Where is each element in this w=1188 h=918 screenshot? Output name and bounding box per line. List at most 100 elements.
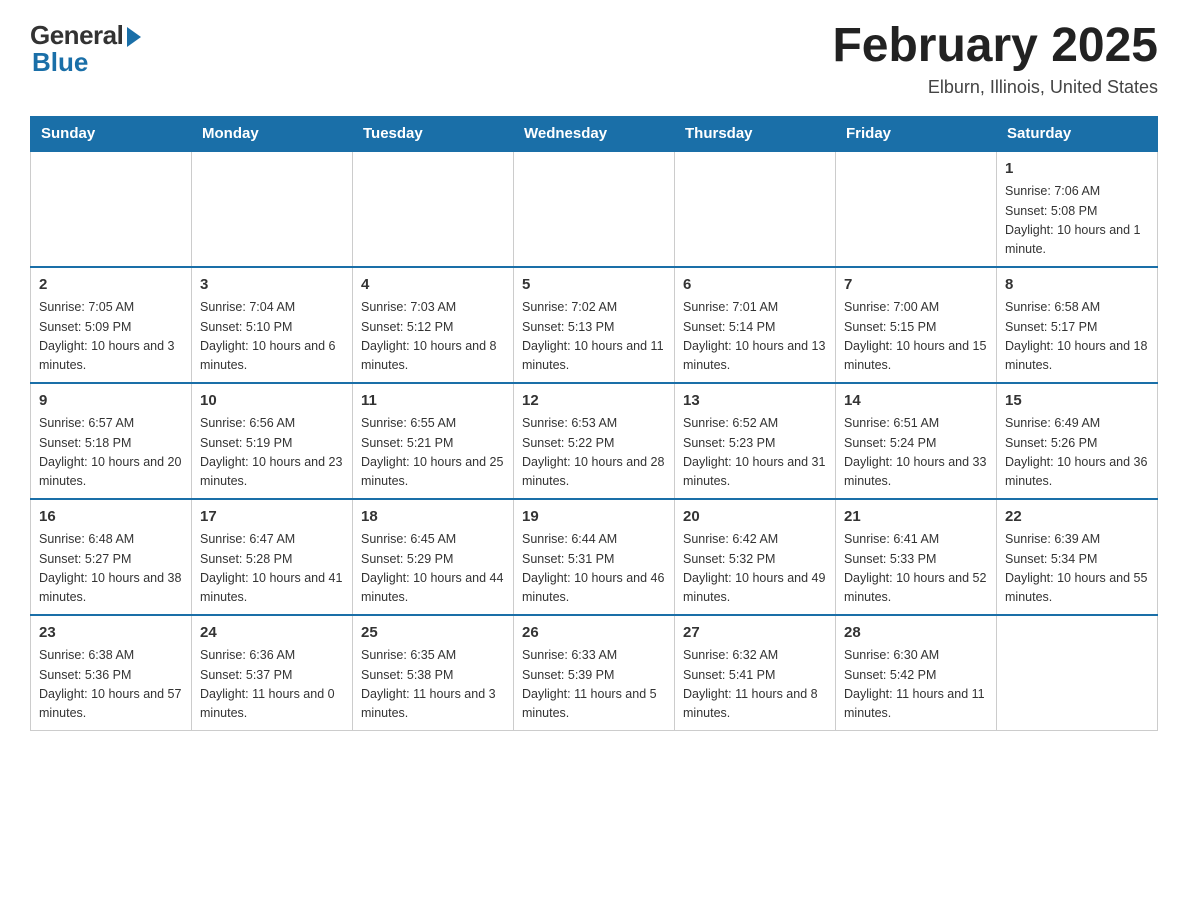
day-number: 8 [1005,274,1149,297]
table-row: 20Sunrise: 6:42 AMSunset: 5:32 PMDayligh… [675,499,836,615]
day-number: 22 [1005,506,1149,529]
table-row: 17Sunrise: 6:47 AMSunset: 5:28 PMDayligh… [192,499,353,615]
col-monday: Monday [192,116,353,151]
month-title: February 2025 [832,20,1158,73]
table-row: 15Sunrise: 6:49 AMSunset: 5:26 PMDayligh… [997,383,1158,499]
table-row: 3Sunrise: 7:04 AMSunset: 5:10 PMDaylight… [192,267,353,383]
table-row: 6Sunrise: 7:01 AMSunset: 5:14 PMDaylight… [675,267,836,383]
day-info: Sunrise: 6:44 AMSunset: 5:31 PMDaylight:… [522,530,666,608]
col-friday: Friday [836,116,997,151]
table-row [514,151,675,267]
day-number: 13 [683,390,827,413]
location-subtitle: Elburn, Illinois, United States [832,77,1158,98]
calendar-week-row: 1Sunrise: 7:06 AMSunset: 5:08 PMDaylight… [31,151,1158,267]
table-row: 1Sunrise: 7:06 AMSunset: 5:08 PMDaylight… [997,151,1158,267]
logo-arrow-icon [127,27,141,47]
day-number: 10 [200,390,344,413]
day-info: Sunrise: 6:53 AMSunset: 5:22 PMDaylight:… [522,414,666,492]
table-row: 28Sunrise: 6:30 AMSunset: 5:42 PMDayligh… [836,615,997,731]
day-number: 12 [522,390,666,413]
day-info: Sunrise: 6:58 AMSunset: 5:17 PMDaylight:… [1005,298,1149,376]
table-row: 16Sunrise: 6:48 AMSunset: 5:27 PMDayligh… [31,499,192,615]
day-number: 26 [522,622,666,645]
day-number: 7 [844,274,988,297]
table-row: 8Sunrise: 6:58 AMSunset: 5:17 PMDaylight… [997,267,1158,383]
calendar-week-row: 9Sunrise: 6:57 AMSunset: 5:18 PMDaylight… [31,383,1158,499]
table-row: 10Sunrise: 6:56 AMSunset: 5:19 PMDayligh… [192,383,353,499]
table-row: 11Sunrise: 6:55 AMSunset: 5:21 PMDayligh… [353,383,514,499]
day-number: 6 [683,274,827,297]
day-number: 2 [39,274,183,297]
table-row: 22Sunrise: 6:39 AMSunset: 5:34 PMDayligh… [997,499,1158,615]
table-row: 25Sunrise: 6:35 AMSunset: 5:38 PMDayligh… [353,615,514,731]
table-row: 26Sunrise: 6:33 AMSunset: 5:39 PMDayligh… [514,615,675,731]
table-row: 5Sunrise: 7:02 AMSunset: 5:13 PMDaylight… [514,267,675,383]
day-info: Sunrise: 6:56 AMSunset: 5:19 PMDaylight:… [200,414,344,492]
day-number: 24 [200,622,344,645]
day-number: 5 [522,274,666,297]
day-info: Sunrise: 6:41 AMSunset: 5:33 PMDaylight:… [844,530,988,608]
calendar-header-row: Sunday Monday Tuesday Wednesday Thursday… [31,116,1158,151]
day-number: 15 [1005,390,1149,413]
col-wednesday: Wednesday [514,116,675,151]
day-info: Sunrise: 7:06 AMSunset: 5:08 PMDaylight:… [1005,182,1149,260]
page-header: General Blue February 2025 Elburn, Illin… [30,20,1158,98]
calendar-week-row: 23Sunrise: 6:38 AMSunset: 5:36 PMDayligh… [31,615,1158,731]
table-row: 23Sunrise: 6:38 AMSunset: 5:36 PMDayligh… [31,615,192,731]
day-number: 19 [522,506,666,529]
day-info: Sunrise: 6:48 AMSunset: 5:27 PMDaylight:… [39,530,183,608]
col-tuesday: Tuesday [353,116,514,151]
table-row: 14Sunrise: 6:51 AMSunset: 5:24 PMDayligh… [836,383,997,499]
table-row [675,151,836,267]
day-info: Sunrise: 6:30 AMSunset: 5:42 PMDaylight:… [844,646,988,724]
table-row: 18Sunrise: 6:45 AMSunset: 5:29 PMDayligh… [353,499,514,615]
day-info: Sunrise: 6:49 AMSunset: 5:26 PMDaylight:… [1005,414,1149,492]
table-row: 24Sunrise: 6:36 AMSunset: 5:37 PMDayligh… [192,615,353,731]
day-info: Sunrise: 6:51 AMSunset: 5:24 PMDaylight:… [844,414,988,492]
day-info: Sunrise: 7:02 AMSunset: 5:13 PMDaylight:… [522,298,666,376]
day-number: 4 [361,274,505,297]
day-number: 17 [200,506,344,529]
day-info: Sunrise: 6:32 AMSunset: 5:41 PMDaylight:… [683,646,827,724]
table-row: 4Sunrise: 7:03 AMSunset: 5:12 PMDaylight… [353,267,514,383]
day-info: Sunrise: 6:47 AMSunset: 5:28 PMDaylight:… [200,530,344,608]
day-number: 20 [683,506,827,529]
day-info: Sunrise: 6:57 AMSunset: 5:18 PMDaylight:… [39,414,183,492]
day-number: 21 [844,506,988,529]
day-number: 9 [39,390,183,413]
day-number: 27 [683,622,827,645]
day-info: Sunrise: 6:52 AMSunset: 5:23 PMDaylight:… [683,414,827,492]
day-number: 23 [39,622,183,645]
day-info: Sunrise: 6:42 AMSunset: 5:32 PMDaylight:… [683,530,827,608]
logo-blue-text: Blue [30,47,88,78]
day-info: Sunrise: 6:36 AMSunset: 5:37 PMDaylight:… [200,646,344,724]
day-number: 1 [1005,158,1149,181]
day-number: 28 [844,622,988,645]
table-row: 9Sunrise: 6:57 AMSunset: 5:18 PMDaylight… [31,383,192,499]
day-info: Sunrise: 6:45 AMSunset: 5:29 PMDaylight:… [361,530,505,608]
day-number: 16 [39,506,183,529]
calendar-week-row: 2Sunrise: 7:05 AMSunset: 5:09 PMDaylight… [31,267,1158,383]
calendar-week-row: 16Sunrise: 6:48 AMSunset: 5:27 PMDayligh… [31,499,1158,615]
day-info: Sunrise: 6:35 AMSunset: 5:38 PMDaylight:… [361,646,505,724]
table-row [31,151,192,267]
day-info: Sunrise: 7:04 AMSunset: 5:10 PMDaylight:… [200,298,344,376]
table-row: 12Sunrise: 6:53 AMSunset: 5:22 PMDayligh… [514,383,675,499]
day-number: 14 [844,390,988,413]
day-info: Sunrise: 6:55 AMSunset: 5:21 PMDaylight:… [361,414,505,492]
day-number: 11 [361,390,505,413]
col-saturday: Saturday [997,116,1158,151]
day-info: Sunrise: 7:00 AMSunset: 5:15 PMDaylight:… [844,298,988,376]
day-info: Sunrise: 6:33 AMSunset: 5:39 PMDaylight:… [522,646,666,724]
logo: General Blue [30,20,141,78]
day-number: 25 [361,622,505,645]
day-info: Sunrise: 6:38 AMSunset: 5:36 PMDaylight:… [39,646,183,724]
table-row: 27Sunrise: 6:32 AMSunset: 5:41 PMDayligh… [675,615,836,731]
table-row: 13Sunrise: 6:52 AMSunset: 5:23 PMDayligh… [675,383,836,499]
col-thursday: Thursday [675,116,836,151]
table-row [353,151,514,267]
day-info: Sunrise: 7:01 AMSunset: 5:14 PMDaylight:… [683,298,827,376]
table-row [192,151,353,267]
table-row: 21Sunrise: 6:41 AMSunset: 5:33 PMDayligh… [836,499,997,615]
table-row: 7Sunrise: 7:00 AMSunset: 5:15 PMDaylight… [836,267,997,383]
